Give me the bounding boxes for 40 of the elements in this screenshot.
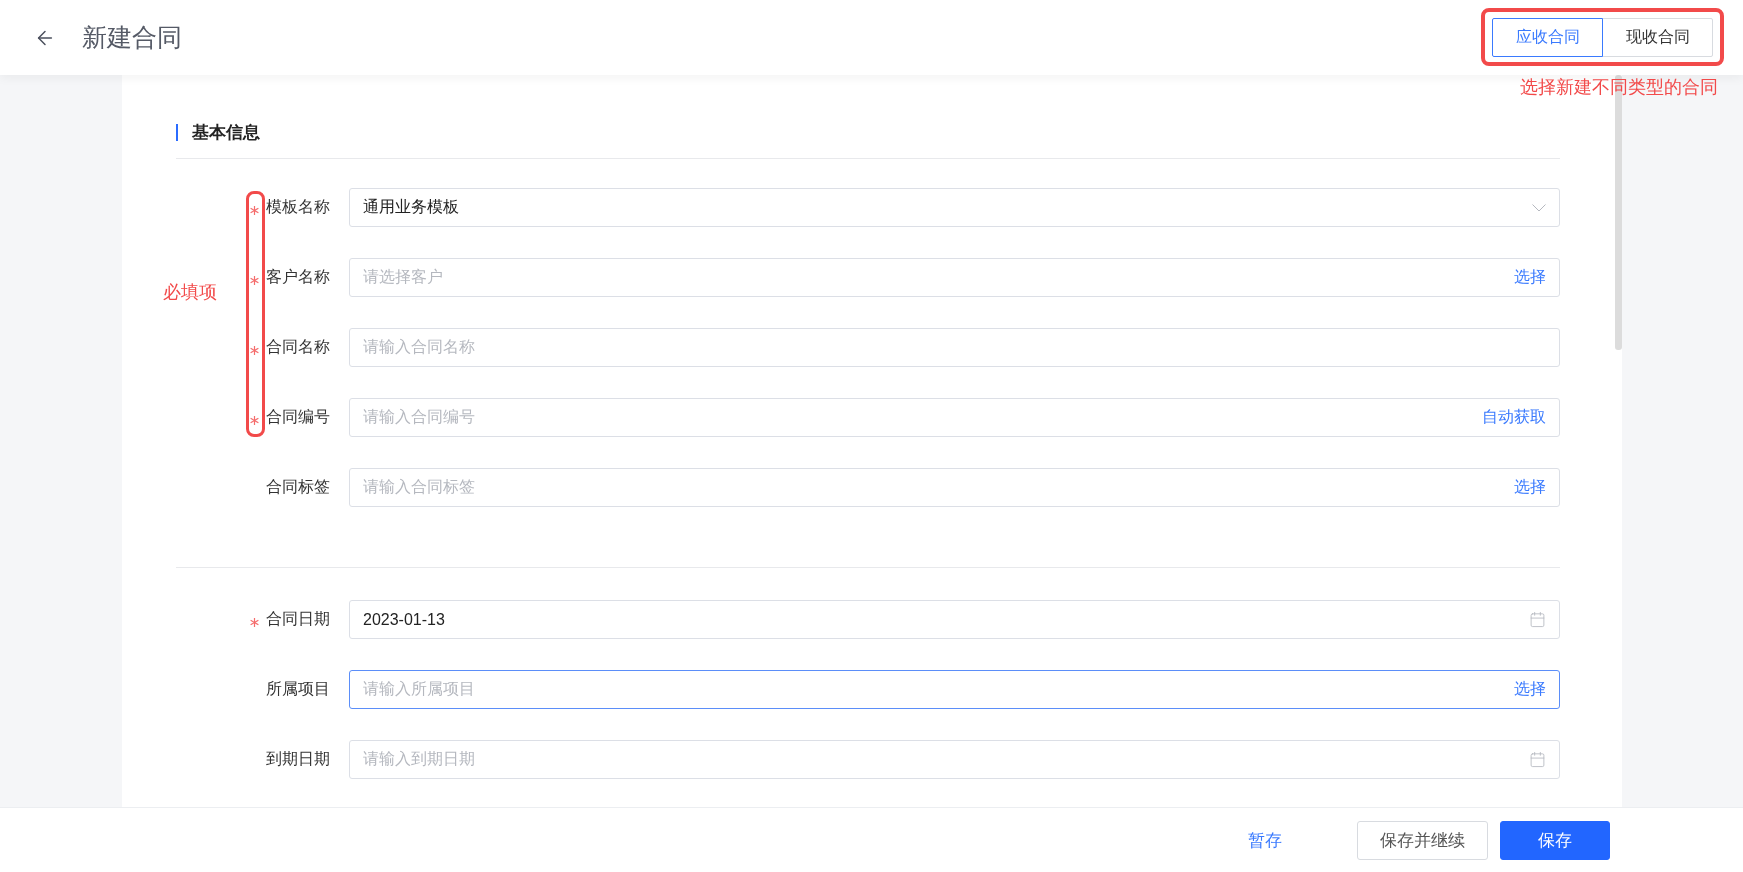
select-link[interactable]: 自动获取 bbox=[1482, 407, 1546, 428]
field-label: 合同名称 bbox=[266, 337, 330, 357]
field-value: 2023-01-13 bbox=[363, 610, 445, 629]
field-label: 模板名称 bbox=[266, 197, 330, 217]
input-field[interactable]: 请输入所属项目 选择 bbox=[349, 670, 1560, 709]
field-label: 所属项目 bbox=[266, 679, 330, 699]
page-title: 新建合同 bbox=[82, 22, 183, 53]
contract-type-tab[interactable]: 现收合同 bbox=[1602, 18, 1713, 57]
select-link[interactable]: 选择 bbox=[1514, 267, 1546, 288]
calendar-icon bbox=[1529, 751, 1546, 768]
field-placeholder: 请输入合同名称 bbox=[363, 337, 475, 357]
annotation-note: 必填项 bbox=[163, 281, 217, 304]
input-field[interactable]: 请输入合同名称 bbox=[349, 328, 1560, 367]
chevron-down-icon bbox=[1532, 203, 1546, 212]
input-field[interactable]: 请输入合同编号 自动获取 bbox=[349, 398, 1560, 437]
field-label: 合同编号 bbox=[266, 407, 330, 427]
field-value: 通用业务模板 bbox=[363, 197, 459, 217]
field-label: 到期日期 bbox=[266, 749, 330, 769]
field-placeholder: 请选择客户 bbox=[363, 267, 443, 287]
field-placeholder: 请输入合同编号 bbox=[363, 407, 475, 427]
field-label: 合同标签 bbox=[266, 477, 330, 497]
footer-button[interactable]: 保存 bbox=[1500, 820, 1610, 860]
input-field[interactable]: 请输入合同标签 选择 bbox=[349, 468, 1560, 507]
contract-type-tab[interactable]: 应收合同 bbox=[1492, 18, 1603, 57]
field-placeholder: 请输入合同标签 bbox=[363, 477, 475, 497]
field-label: 合同日期 bbox=[266, 609, 330, 629]
field-placeholder: 请输入到期日期 bbox=[363, 749, 475, 769]
calendar-icon bbox=[1529, 611, 1546, 628]
select-link[interactable]: 选择 bbox=[1514, 477, 1546, 498]
input-field[interactable]: 通用业务模板 bbox=[349, 188, 1560, 227]
field-placeholder: 请输入所属项目 bbox=[363, 679, 475, 699]
footer-button[interactable]: 暂存 bbox=[1220, 820, 1310, 860]
select-link[interactable]: 选择 bbox=[1514, 679, 1546, 700]
section-marker bbox=[176, 124, 178, 141]
section-title: 基本信息 bbox=[192, 122, 260, 144]
input-field[interactable]: 请选择客户 选择 bbox=[349, 258, 1560, 297]
footer-button[interactable]: 保存并继续 bbox=[1357, 820, 1488, 860]
input-field[interactable]: 2023-01-13 bbox=[349, 600, 1560, 639]
annotation-note: 选择新建不同类型的合同 bbox=[1520, 76, 1718, 99]
field-label: 客户名称 bbox=[266, 267, 330, 287]
